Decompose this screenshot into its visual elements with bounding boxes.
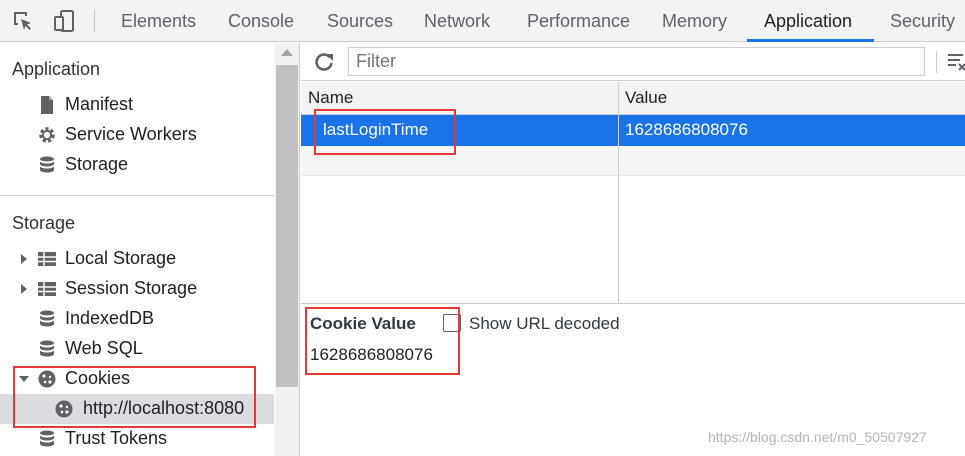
section-heading-storage: Storage bbox=[12, 213, 76, 233]
cookie-value-panel: Cookie Value Show URL decoded 1628686808… bbox=[301, 305, 965, 456]
sidebar-item-label: Web SQL bbox=[65, 338, 143, 358]
tab-console[interactable]: Console bbox=[228, 0, 294, 42]
cookie-icon bbox=[38, 370, 56, 388]
sidebar-item-cookie-origin[interactable]: http://localhost:8080 bbox=[0, 394, 274, 424]
tab-application[interactable]: Application bbox=[764, 0, 852, 42]
sidebar-item-label: Storage bbox=[65, 154, 129, 174]
show-url-decoded-label[interactable]: Show URL decoded bbox=[469, 314, 620, 334]
sidebar-item-storage[interactable]: Storage bbox=[0, 150, 274, 180]
toolbar-separator bbox=[94, 10, 95, 32]
tab-elements[interactable]: Elements bbox=[121, 0, 196, 42]
table-icon bbox=[38, 282, 56, 296]
sidebar-item-cookies[interactable]: Cookies bbox=[0, 364, 274, 394]
tab-sources[interactable]: Sources bbox=[327, 0, 393, 42]
cookie-value-cell: 1628686808076 bbox=[625, 120, 748, 139]
section-heading-application: Application bbox=[12, 59, 101, 79]
table-header: Name Value bbox=[301, 82, 965, 115]
toolbar-separator bbox=[936, 51, 937, 73]
watermark: https://blog.csdn.net/m0_50507927 bbox=[708, 429, 927, 445]
column-header-name[interactable]: Name bbox=[308, 88, 353, 108]
database-icon bbox=[40, 340, 54, 357]
collapse-arrow-icon[interactable] bbox=[18, 373, 30, 385]
cookie-table: Name Value lastLoginTime 1628686808076 bbox=[301, 82, 965, 304]
table-row-empty bbox=[301, 146, 965, 176]
inspect-element-icon[interactable] bbox=[10, 8, 36, 34]
sidebar-item-label: Cookies bbox=[65, 368, 131, 388]
active-tab-indicator bbox=[747, 39, 874, 42]
sidebar-item-label: Local Storage bbox=[65, 248, 177, 268]
cookie-value-text: 1628686808076 bbox=[310, 345, 433, 364]
cookie-toolbar bbox=[301, 43, 965, 81]
sidebar-item-label: Session Storage bbox=[65, 278, 198, 298]
sidebar-item-web-sql[interactable]: Web SQL bbox=[0, 334, 274, 364]
sidebar-item-manifest[interactable]: Manifest bbox=[0, 90, 274, 120]
sidebar-item-label: http://localhost:8080 bbox=[83, 398, 245, 418]
sidebar-item-label: IndexedDB bbox=[65, 308, 155, 328]
sidebar-item-trust-tokens[interactable]: Trust Tokens bbox=[0, 424, 274, 454]
sidebar-item-session-storage[interactable]: Session Storage bbox=[0, 274, 274, 304]
cookie-value-title: Cookie Value bbox=[310, 314, 416, 333]
cookie-name-cell: lastLoginTime bbox=[323, 120, 429, 139]
show-url-decoded-checkbox[interactable] bbox=[443, 314, 461, 332]
tab-memory[interactable]: Memory bbox=[662, 0, 727, 42]
document-icon bbox=[41, 96, 53, 114]
expand-arrow-icon[interactable] bbox=[18, 253, 30, 265]
sidebar-item-label: Service Workers bbox=[65, 124, 197, 144]
refresh-icon[interactable] bbox=[313, 51, 335, 73]
cookie-icon bbox=[55, 400, 73, 418]
tab-performance[interactable]: Performance bbox=[527, 0, 630, 42]
column-header-value[interactable]: Value bbox=[625, 88, 667, 108]
sidebar-item-service-workers[interactable]: Service Workers bbox=[0, 120, 274, 150]
tab-network[interactable]: Network bbox=[424, 0, 490, 42]
sidebar-item-indexeddb[interactable]: IndexedDB bbox=[0, 304, 274, 334]
table-row[interactable]: lastLoginTime 1628686808076 bbox=[301, 115, 965, 146]
sidebar-scrollbar-thumb[interactable] bbox=[276, 65, 298, 387]
filter-input[interactable] bbox=[348, 47, 925, 76]
database-icon bbox=[40, 156, 54, 173]
database-icon bbox=[40, 310, 54, 327]
application-sidebar: Application Manifest Service Workers Sto… bbox=[0, 43, 300, 456]
table-icon bbox=[38, 252, 56, 266]
database-icon bbox=[40, 430, 54, 447]
scroll-up-arrow-icon[interactable] bbox=[281, 49, 293, 56]
column-divider[interactable] bbox=[618, 82, 619, 304]
clear-all-icon[interactable] bbox=[947, 53, 965, 71]
section-divider bbox=[0, 195, 274, 196]
gear-icon bbox=[39, 127, 55, 143]
devtools-tab-bar: Elements Console Sources Network Perform… bbox=[0, 0, 965, 42]
device-toolbar-icon[interactable] bbox=[52, 8, 78, 34]
sidebar-item-local-storage[interactable]: Local Storage bbox=[0, 244, 274, 274]
sidebar-item-label: Manifest bbox=[65, 94, 134, 114]
expand-arrow-icon[interactable] bbox=[18, 283, 30, 295]
sidebar-item-label: Trust Tokens bbox=[65, 428, 168, 448]
tab-security[interactable]: Security bbox=[890, 0, 955, 42]
